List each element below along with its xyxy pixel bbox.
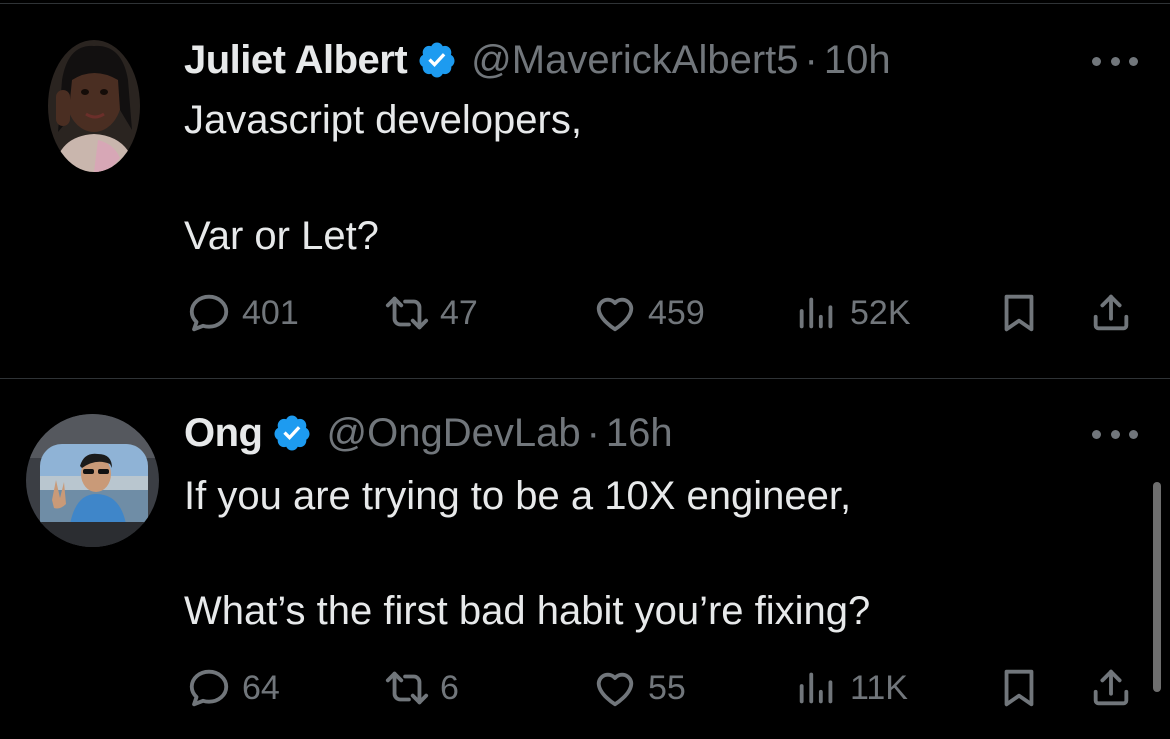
separator-dot: · <box>804 37 818 82</box>
timestamp[interactable]: 16h <box>606 411 673 456</box>
views-icon <box>794 665 840 711</box>
bookmark-button[interactable] <box>996 288 1042 338</box>
tweet-actions: 401 47 459 52K <box>0 288 1170 338</box>
bookmark-icon <box>996 290 1042 336</box>
reply-count: 401 <box>242 293 299 332</box>
tweet-header: Ong @OngDevLab · 16h <box>184 409 673 457</box>
like-count: 55 <box>648 668 686 707</box>
views-icon <box>794 290 840 336</box>
verified-badge-icon <box>417 40 457 80</box>
author-handle[interactable]: @MaverickAlbert5 <box>471 38 798 83</box>
author-name[interactable]: Juliet Albert <box>184 38 408 83</box>
author-name[interactable]: Ong <box>184 411 263 456</box>
like-count: 459 <box>648 293 705 332</box>
retweet-button[interactable]: 47 <box>384 288 478 338</box>
retweet-count: 6 <box>440 668 459 707</box>
separator-dot: · <box>586 410 600 455</box>
tweet-text-line: Var or Let? <box>184 214 379 258</box>
tweet-text-line: Javascript developers, <box>184 98 582 142</box>
verified-badge-icon <box>272 413 312 453</box>
retweet-count: 47 <box>440 293 478 332</box>
share-button[interactable] <box>1088 288 1134 338</box>
tweet-text-line: If you are trying to be a 10X engineer, <box>184 474 852 518</box>
tweet-actions: 64 6 55 11K <box>0 663 1170 713</box>
timestamp[interactable]: 10h <box>824 38 891 83</box>
scrollbar[interactable] <box>1153 482 1161 692</box>
reply-icon <box>186 665 232 711</box>
bookmark-button[interactable] <box>996 663 1042 713</box>
reply-count: 64 <box>242 668 280 707</box>
tweet[interactable]: Juliet Albert @MaverickAlbert5 · 10h Jav… <box>0 0 1170 378</box>
views-button[interactable]: 52K <box>794 288 911 338</box>
tweet-text-line: What’s the first bad habit you’re fixing… <box>184 589 871 633</box>
reply-icon <box>186 290 232 336</box>
bookmark-icon <box>996 665 1042 711</box>
tweet[interactable]: Ong @OngDevLab · 16h If you are trying t… <box>0 379 1170 739</box>
heart-icon <box>592 290 638 336</box>
more-icon[interactable] <box>1092 427 1138 441</box>
heart-icon <box>592 665 638 711</box>
author-handle[interactable]: @OngDevLab <box>326 411 580 456</box>
reply-button[interactable]: 401 <box>186 288 299 338</box>
retweet-icon <box>384 290 430 336</box>
views-count: 11K <box>850 668 908 707</box>
reply-button[interactable]: 64 <box>186 663 280 713</box>
like-button[interactable]: 459 <box>592 288 705 338</box>
retweet-button[interactable]: 6 <box>384 663 459 713</box>
avatar[interactable] <box>48 40 140 172</box>
share-icon <box>1088 290 1134 336</box>
avatar[interactable] <box>26 414 159 547</box>
tweet-header: Juliet Albert @MaverickAlbert5 · 10h <box>184 36 891 84</box>
views-button[interactable]: 11K <box>794 663 908 713</box>
retweet-icon <box>384 665 430 711</box>
share-icon <box>1088 665 1134 711</box>
views-count: 52K <box>850 293 911 332</box>
like-button[interactable]: 55 <box>592 663 686 713</box>
share-button[interactable] <box>1088 663 1134 713</box>
more-icon[interactable] <box>1092 54 1138 68</box>
